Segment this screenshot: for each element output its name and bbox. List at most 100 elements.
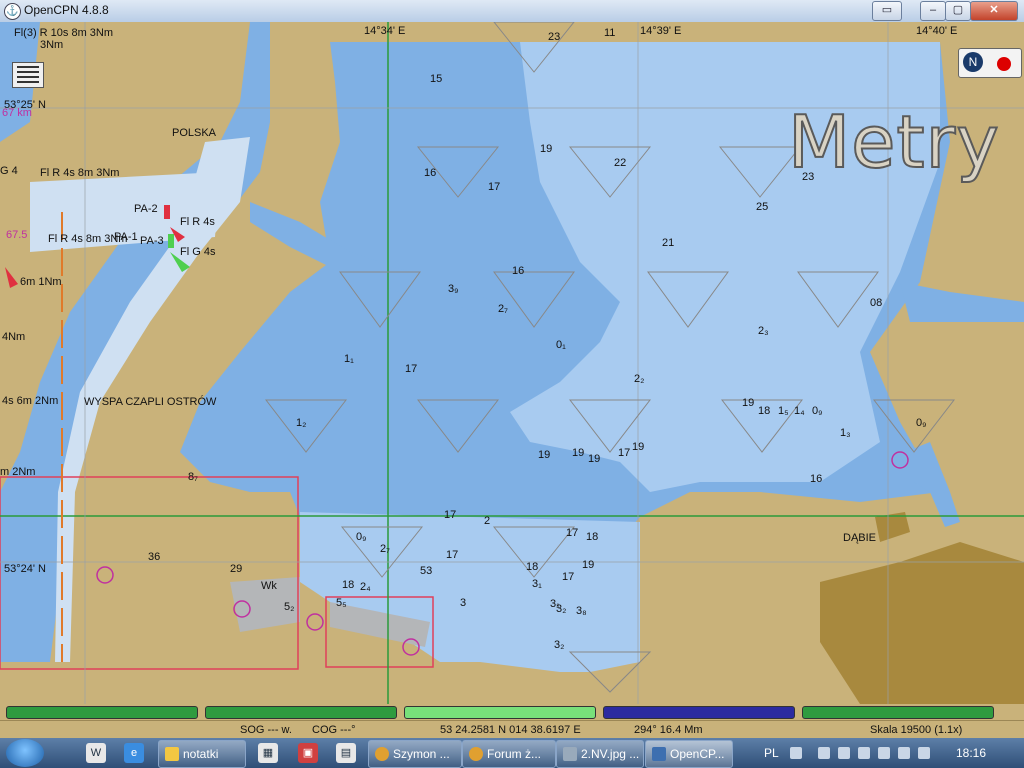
app-tray-icon[interactable] xyxy=(918,747,930,759)
place-label-wk: Wk xyxy=(261,580,277,592)
depth-sounding: 2₇ xyxy=(380,543,390,555)
close-button[interactable]: ✕ xyxy=(970,1,1018,21)
depth-sounding: 36 xyxy=(148,551,160,563)
taskbar-item-active[interactable]: OpenCP... xyxy=(645,740,733,768)
depth-sounding: 5₂ xyxy=(284,601,294,613)
light-label: Fl R 4s xyxy=(180,216,215,228)
maximize-button[interactable]: ▢ xyxy=(945,1,971,21)
bluetooth-icon[interactable] xyxy=(838,747,850,759)
depth-sounding: 17 xyxy=(488,181,500,193)
grid-label-lon: 14°39' E xyxy=(640,25,681,37)
depth-sounding: 15 xyxy=(430,73,442,85)
depth-sounding: 23 xyxy=(548,31,560,43)
buoy-pa2[interactable] xyxy=(164,205,170,219)
chart-quilt-bar[interactable] xyxy=(603,706,795,719)
depth-sounding: 3₂ xyxy=(554,639,564,651)
title-bar: ⚓ OpenCPN 4.8.8 ▭ – ▢ ✕ xyxy=(0,0,1024,23)
chart-quilt-bar[interactable] xyxy=(802,706,994,719)
depth-sounding: 1₄ xyxy=(794,405,805,417)
status-bar: SOG --- w. COG ---° 53 24.2581 N 014 38.… xyxy=(0,720,1024,739)
grid-label-lat: 53°25' N xyxy=(4,99,46,111)
depth-sounding: 0₉ xyxy=(812,405,822,417)
place-label-polska: POLSKA xyxy=(172,127,217,139)
buoy-label: PA-2 xyxy=(134,203,158,215)
depth-sounding: 19 xyxy=(538,449,550,461)
north-up-icon[interactable]: N xyxy=(963,52,983,72)
language-indicator[interactable]: PL xyxy=(764,746,779,760)
grid-label-lon: 14°34' E xyxy=(364,25,405,37)
depth-sounding: 3₈ xyxy=(576,605,587,617)
opencpn-icon xyxy=(652,747,666,761)
taskbar-item[interactable]: Forum ż... xyxy=(462,740,556,768)
depth-sounding: 0₉ xyxy=(356,531,366,543)
depth-sounding: 2₂ xyxy=(634,373,644,385)
depth-sounding: 16 xyxy=(424,167,436,179)
grid-label-lon: 14°40' E xyxy=(916,25,957,37)
keyboard-icon[interactable] xyxy=(790,747,802,759)
depth-sounding: 19 xyxy=(742,397,754,409)
grid-label-lat: 53°24' N xyxy=(4,563,46,575)
depth-sounding: 0₉ xyxy=(916,417,926,429)
depth-sounding: 17 xyxy=(562,571,574,583)
depth-sounding: 11 xyxy=(604,27,615,39)
windows-taskbar: W e notatki ▦ ▣ ▤ Szymon ... Forum ż... … xyxy=(0,738,1024,768)
scale-readout: Skala 19500 (1.1x) xyxy=(870,724,963,736)
clock[interactable]: 18:16 xyxy=(956,746,986,760)
network-icon[interactable] xyxy=(858,747,870,759)
depth-sounding: 19 xyxy=(572,447,584,459)
depth-sounding: 3₁ xyxy=(532,578,542,590)
nautical-chart-canvas[interactable]: POLSKA WYSPA CZAPLI OSTRÓW DĄBIE Wk Fl(3… xyxy=(0,22,1024,704)
buoy-label: PA-1 xyxy=(114,231,138,243)
depth-sounding: 1₅ xyxy=(778,405,789,417)
writer-icon[interactable]: W xyxy=(86,743,106,763)
taskbar-item[interactable]: notatki xyxy=(158,740,246,768)
place-label-wyspa: WYSPA CZAPLI OSTRÓW xyxy=(84,395,217,408)
buoy-label: PA-3 xyxy=(140,235,164,247)
depth-sounding: 0₁ xyxy=(556,339,566,351)
chart-quilt-bar[interactable] xyxy=(205,706,397,719)
depth-sounding: 18 xyxy=(586,531,598,543)
presentation-icon[interactable]: ▣ xyxy=(298,743,318,763)
chart-quilt-bar[interactable] xyxy=(404,706,596,719)
light-label: Fl(3) R 10s 8m 3Nm xyxy=(14,27,113,39)
depth-sounding: 1₁ xyxy=(344,353,354,365)
compass-widget[interactable]: N xyxy=(958,48,1022,78)
light-label: 4s 6m 2Nm xyxy=(2,395,58,407)
taskbar-item[interactable]: 2.NV.jpg ... xyxy=(556,740,644,768)
depth-sounding: 2₃ xyxy=(758,325,769,337)
light-label: Fl G 4s xyxy=(180,246,216,258)
volume-icon[interactable] xyxy=(898,747,910,759)
depth-sounding: 18 xyxy=(342,579,354,591)
system-tray: PL 18:16 xyxy=(760,738,1024,768)
depth-sounding: 21 xyxy=(662,237,674,249)
folder-icon xyxy=(165,747,179,761)
taskbar-item[interactable]: Szymon ... xyxy=(368,740,462,768)
depth-sounding: 16 xyxy=(810,473,822,485)
light-label: m 2Nm xyxy=(0,466,35,478)
depth-sounding: 17 xyxy=(618,447,630,459)
depth-sounding: 17 xyxy=(446,549,458,561)
depth-sounding: 17 xyxy=(566,527,578,539)
chart-quilt-bar[interactable] xyxy=(6,706,198,719)
calculator-icon[interactable]: ▦ xyxy=(258,743,278,763)
depth-sounding: 18 xyxy=(526,561,538,573)
start-button[interactable] xyxy=(6,739,44,767)
depth-sounding: 18 xyxy=(758,405,770,417)
depth-sounding: 17 xyxy=(405,363,417,375)
window-extra-button[interactable]: ▭ xyxy=(872,1,902,21)
depth-sounding: 1₃ xyxy=(840,427,851,439)
place-label-dabie: DĄBIE xyxy=(843,532,876,544)
chart-bar-strip xyxy=(0,704,1024,720)
light-label: Fl R 4s 8m 3Nm xyxy=(40,167,119,179)
ie-icon[interactable]: e xyxy=(124,743,144,763)
show-hidden-icons[interactable] xyxy=(818,747,830,759)
depth-sounding: 2 xyxy=(484,515,490,527)
depth-sounding: 29 xyxy=(230,563,242,575)
save-icon[interactable]: ▤ xyxy=(336,743,356,763)
depth-sounding: 19 xyxy=(540,143,552,155)
window-title: OpenCPN 4.8.8 xyxy=(24,3,109,17)
chart-menu-button[interactable] xyxy=(12,62,44,88)
opencpn-icon: ⚓ xyxy=(4,3,21,20)
minimize-button[interactable]: – xyxy=(920,1,946,21)
signal-icon[interactable] xyxy=(878,747,890,759)
